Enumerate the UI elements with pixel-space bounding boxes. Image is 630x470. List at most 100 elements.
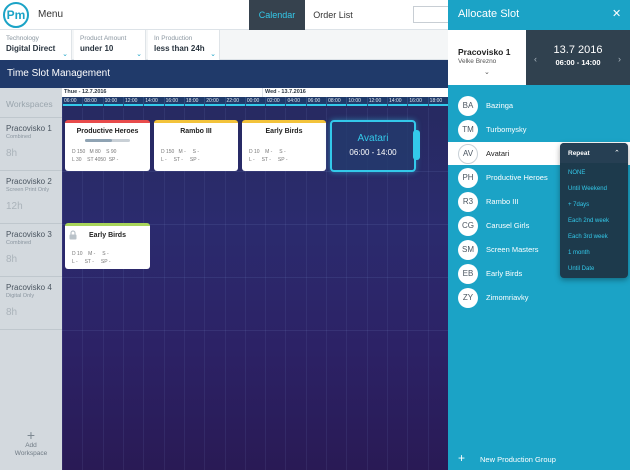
- filter-in-production[interactable]: In Production less than 24h ⌄: [148, 30, 220, 60]
- card-title: Rambo III: [180, 128, 212, 135]
- new-production-group-button[interactable]: + New Production Group: [458, 451, 628, 467]
- hour-label: 10:00: [102, 97, 123, 106]
- workspace-row[interactable]: Pracovisko 2 Screen Print Only 12h: [0, 171, 62, 224]
- filter-label: Technology: [6, 35, 39, 42]
- card-stats: D 10 M - S - L - ST - SP -: [249, 149, 288, 163]
- progress-fill: [85, 139, 112, 142]
- workspace-name: Pracovisko 2: [6, 177, 52, 186]
- workspace-name: Pracovisko 1: [6, 124, 52, 133]
- hour-label: 10:00: [346, 97, 366, 106]
- plus-icon: +: [458, 451, 466, 465]
- workspaces-header: Workspaces: [0, 88, 62, 118]
- active-slot-title: Avatari: [357, 133, 389, 144]
- repeat-option[interactable]: Each 2nd week: [568, 218, 609, 224]
- row-line: [62, 330, 448, 331]
- hour-label: 20:00: [204, 97, 224, 106]
- workspace-capacity: 8h: [6, 307, 18, 318]
- repeat-option[interactable]: Until Date: [568, 266, 594, 272]
- workspace-row[interactable]: Pracovisko 3 Combined 8h: [0, 224, 62, 277]
- grid-line: [326, 108, 328, 470]
- hour-label: 06:00: [305, 97, 326, 106]
- workspace-type: Screen Print Only: [6, 187, 50, 193]
- resize-handle[interactable]: [413, 130, 420, 160]
- workspace-row[interactable]: Pracovisko 1 Combined 8h: [0, 118, 62, 171]
- panel-title: Allocate Slot: [458, 8, 520, 20]
- avatar: AV: [458, 144, 478, 164]
- workspace-name: Pracovisko 4: [6, 283, 52, 292]
- group-item[interactable]: BA Bazinga: [448, 94, 630, 117]
- avatar: SM: [458, 240, 478, 260]
- group-name: Avatari: [486, 149, 510, 158]
- chevron-up-icon: ⌃: [614, 150, 620, 157]
- chevron-down-icon: ⌄: [136, 51, 142, 58]
- add-workspace-button[interactable]: + Add Workspace: [0, 428, 62, 458]
- slot-header: Pracovisko 1 Velke Brezno ⌄ ‹ 13.7 2016 …: [448, 30, 630, 85]
- repeat-option[interactable]: NONE: [568, 170, 585, 176]
- hour-ruler: 06:00 08:00 10:00 12:00 14:00 16:00 18:00 20:00…: [62, 97, 448, 106]
- repeat-option[interactable]: 1 month: [568, 250, 590, 256]
- repeat-option[interactable]: Until Weekend: [568, 186, 607, 192]
- workspace-location: Velke Brezno: [458, 58, 497, 65]
- slot-card[interactable]: Productive Heroes D 150 M 80 S 90 L 30 S…: [65, 120, 150, 171]
- filter-value: less than 24h: [154, 44, 205, 53]
- active-slot-time: 06:00 - 14:00: [349, 148, 397, 157]
- slot-time: 06:00 - 14:00: [555, 58, 601, 67]
- filter-value: under 10: [80, 44, 114, 53]
- avatar: R3: [458, 192, 478, 212]
- hour-label: 08:00: [326, 97, 346, 106]
- day-header: Wed - 13.7.2016: [262, 88, 448, 97]
- hour-label: 00:00: [244, 97, 265, 106]
- active-slot[interactable]: Avatari 06:00 - 14:00: [330, 120, 416, 172]
- menu-button[interactable]: Menu: [38, 9, 63, 20]
- hour-label: 08:00: [82, 97, 102, 106]
- repeat-title: Repeat: [568, 150, 590, 157]
- filter-technology[interactable]: Technology Digital Direct ⌄: [0, 30, 72, 60]
- group-item[interactable]: TM Turbomysky: [448, 118, 630, 141]
- group-name: Turbomysky: [486, 125, 527, 134]
- avatar: EB: [458, 264, 478, 284]
- time-slot-board: Time Slot Management Workspaces Pracovis…: [0, 60, 448, 470]
- slot-date: 13.7 2016: [553, 44, 603, 56]
- new-group-label: New Production Group: [480, 455, 556, 464]
- chevron-down-icon: ⌄: [210, 51, 216, 58]
- workspace-row[interactable]: Pracovisko 4 Digital Only 8h: [0, 277, 62, 330]
- repeat-header[interactable]: Repeat ⌃: [560, 143, 628, 163]
- hour-label: 02:00: [265, 97, 285, 106]
- plus-icon: +: [26, 427, 36, 443]
- search-input[interactable]: [413, 6, 453, 23]
- hour-label: 22:00: [224, 97, 245, 106]
- repeat-option[interactable]: + 7days: [568, 202, 589, 208]
- workspace-type: Combined: [6, 240, 32, 246]
- hour-label: 18:00: [427, 97, 448, 106]
- tab-order-list[interactable]: Order List: [305, 0, 361, 30]
- filter-value: Digital Direct: [6, 44, 56, 53]
- grid-line: [62, 108, 63, 470]
- workspace-name: Pracovisko 3: [6, 230, 52, 239]
- hour-label: 12:00: [122, 97, 143, 106]
- close-icon[interactable]: ✕: [612, 7, 621, 20]
- filter-product-amount[interactable]: Product Amount under 10 ⌄: [74, 30, 146, 60]
- group-name: Early Birds: [486, 269, 523, 278]
- selected-workspace: Pracovisko 1: [458, 47, 511, 57]
- repeat-option[interactable]: Each 3rd week: [568, 234, 608, 240]
- workspace-selector[interactable]: Pracovisko 1 Velke Brezno ⌄: [448, 30, 526, 85]
- slot-card[interactable]: Rambo III D 150 M - S - L - ST - SP -: [154, 120, 238, 171]
- group-item[interactable]: ZY Zimomriavky: [448, 286, 630, 309]
- group-name: Zimomriavky: [486, 293, 529, 302]
- hour-label: 14:00: [143, 97, 163, 106]
- card-stats: D 150 M 80 S 90 L 30 ST 4050 SP -: [72, 149, 119, 163]
- hour-label: 06:00: [62, 97, 82, 106]
- row-line: [62, 277, 448, 278]
- tab-calendar[interactable]: Calendar: [249, 0, 305, 30]
- workspaces-label: Workspaces: [6, 99, 53, 109]
- chevron-down-icon: ⌄: [62, 51, 68, 58]
- workspace-capacity: 12h: [6, 201, 23, 212]
- slot-card[interactable]: Early Birds D 10 M - S - L - ST - SP -: [242, 120, 326, 171]
- avatar: CG: [458, 216, 478, 236]
- app-logo[interactable]: Pm: [3, 2, 29, 28]
- lock-icon: [69, 230, 77, 240]
- avatar: PH: [458, 168, 478, 188]
- day-header: Thue - 12.7.2016: [62, 88, 262, 97]
- chevron-right-icon[interactable]: ›: [618, 54, 621, 64]
- add-workspace-label: Add Workspace: [14, 442, 48, 457]
